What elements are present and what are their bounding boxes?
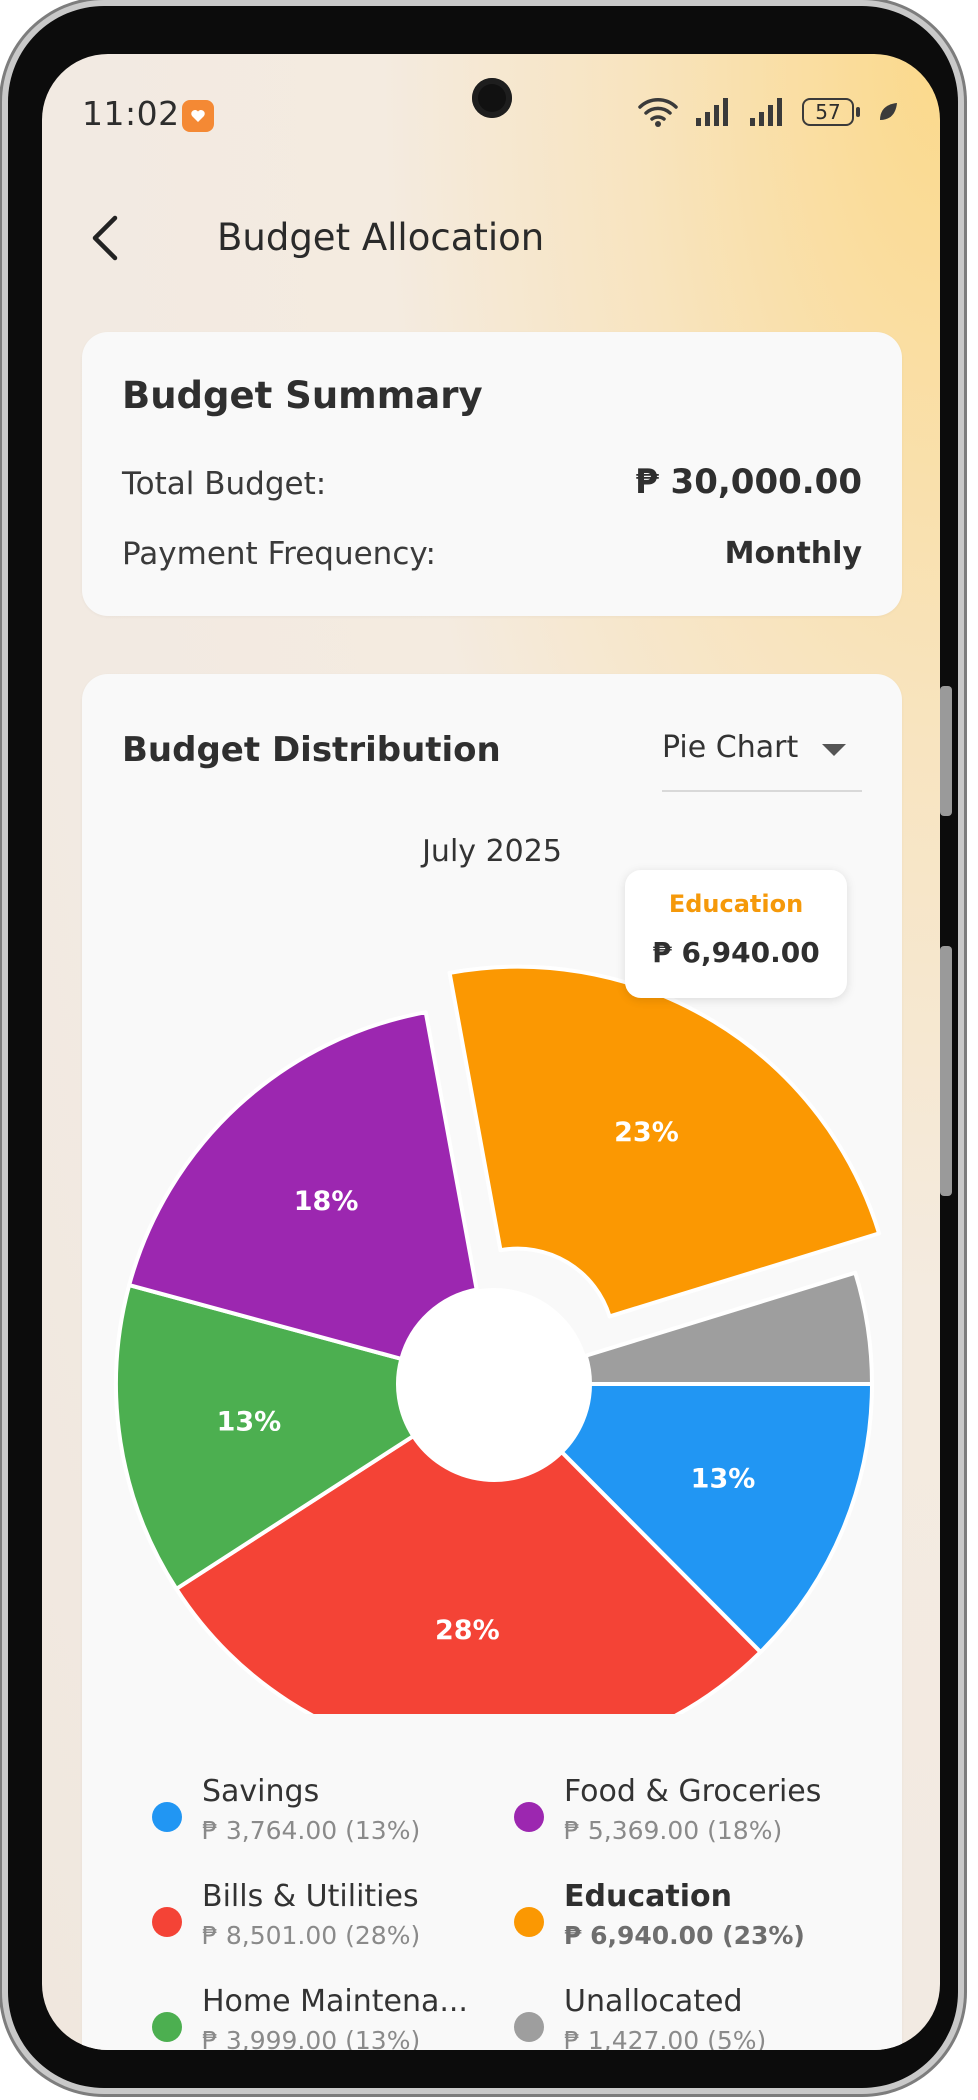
summary-title: Budget Summary [122, 374, 483, 417]
leaf-icon [880, 103, 897, 120]
budget-distribution-card: Budget Distribution Pie Chart 13% 28% 13% 1… [82, 674, 902, 2050]
legend-item-bills-utilities[interactable]: Bills & Utilities ₱ 8,501.00 (28%) [152, 1879, 482, 1959]
tooltip-amount: ₱ 6,940.00 [652, 936, 820, 969]
legend-dot [152, 2012, 182, 2042]
pie-percent-label: 18% [294, 1186, 359, 1217]
budget-summary-card: Budget Summary Total Budget: ₱ 30,000.00… [82, 332, 902, 616]
battery-level: 57 [815, 100, 841, 124]
legend-amount: ₱ 6,940.00 (23%) [564, 1921, 805, 1950]
legend-name: Bills & Utilities [202, 1879, 419, 1914]
legend-item-savings[interactable]: Savings ₱ 3,764.00 (13%) [152, 1774, 482, 1854]
legend-dot [514, 1907, 544, 1937]
legend-amount: ₱ 3,999.00 (13%) [202, 2026, 421, 2050]
legend-name: Savings [202, 1774, 320, 1809]
chart-period-title: July 2025 [422, 834, 562, 869]
status-time: 11:02 [82, 94, 180, 133]
app-notification-icon [182, 100, 214, 132]
chart-tooltip: Education ₱ 6,940.00 [625, 870, 847, 998]
page-title: Budget Allocation [217, 216, 545, 259]
power-button [940, 946, 952, 1196]
pie-percent-label: 28% [435, 1615, 500, 1646]
back-arrow-icon [92, 215, 118, 261]
legend-dot [514, 1802, 544, 1832]
app-bar: Budget Allocation [42, 178, 940, 298]
legend-name: Food & Groceries [564, 1774, 822, 1809]
phone-frame: 11:02 57 Budget Allocation Budget Summar… [8, 6, 958, 2088]
legend-name: Home Maintena... [202, 1984, 468, 2019]
payment-frequency-label: Payment Frequency: [122, 536, 436, 572]
legend-dot [152, 1907, 182, 1937]
legend-amount: ₱ 1,427.00 (5%) [564, 2026, 767, 2050]
signal-icon-2 [750, 98, 782, 126]
app-screen: 11:02 57 Budget Allocation Budget Summar… [42, 54, 940, 2050]
volume-button [940, 686, 952, 816]
pie-percent-label: 13% [217, 1407, 282, 1438]
legend-dot [152, 1802, 182, 1832]
legend-amount: ₱ 3,764.00 (13%) [202, 1816, 421, 1845]
wifi-icon [638, 98, 678, 127]
front-camera [472, 78, 512, 118]
payment-frequency-value: Monthly [724, 536, 862, 571]
budget-pie-chart[interactable]: 13% 28% 13% 18% 23% [82, 674, 902, 1714]
legend-item-education[interactable]: Education ₱ 6,940.00 (23%) [514, 1879, 844, 1959]
total-budget-label: Total Budget: [122, 466, 327, 502]
legend-name: Unallocated [564, 1984, 743, 2019]
total-budget-value: ₱ 30,000.00 [635, 462, 862, 502]
legend-amount: ₱ 8,501.00 (28%) [202, 1921, 421, 1950]
legend-item-unallocated[interactable]: Unallocated ₱ 1,427.00 (5%) [514, 1984, 844, 2050]
back-button[interactable] [82, 214, 130, 262]
legend-item-home-maintenance[interactable]: Home Maintena... ₱ 3,999.00 (13%) [152, 1984, 482, 2050]
pie-percent-label: 23% [614, 1117, 679, 1148]
legend-dot [514, 2012, 544, 2042]
signal-icon [696, 98, 728, 126]
status-icons: 57 [638, 96, 900, 128]
tooltip-category: Education [668, 890, 804, 918]
pie-percent-label: 13% [691, 1464, 756, 1495]
pie-center-hole [398, 1288, 590, 1480]
status-bar: 11:02 57 [42, 54, 940, 178]
legend-item-food-groceries[interactable]: Food & Groceries ₱ 5,369.00 (18%) [514, 1774, 844, 1854]
battery-icon: 57 [802, 98, 860, 126]
legend-name: Education [564, 1879, 732, 1914]
legend-amount: ₱ 5,369.00 (18%) [564, 1816, 783, 1845]
